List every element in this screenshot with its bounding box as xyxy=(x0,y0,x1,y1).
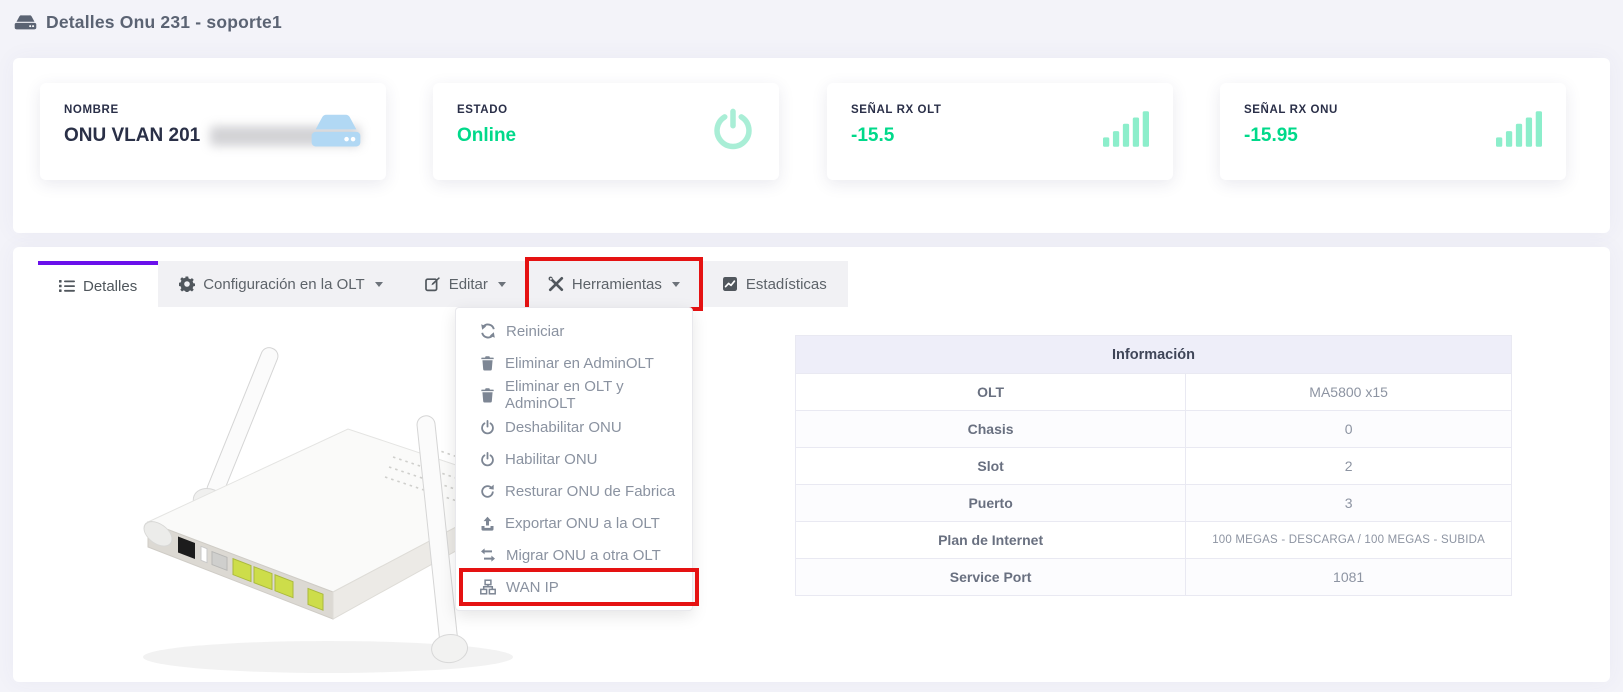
table-row-value: MA5800 x15 xyxy=(1186,374,1512,411)
stat-card-value: Online xyxy=(457,125,516,147)
table-row-label: OLT xyxy=(796,374,1186,411)
menu-item-label: Exportar ONU a la OLT xyxy=(505,515,660,532)
tools-icon xyxy=(548,276,564,292)
menu-item-resturar-onu-de-fabrica[interactable]: Resturar ONU de Fabrica xyxy=(456,475,692,507)
tab-estad-sticas[interactable]: Estadísticas xyxy=(701,261,848,307)
menu-item-label: Migrar ONU a otra OLT xyxy=(506,547,661,564)
power-off-icon xyxy=(480,452,495,467)
menu-item-reiniciar[interactable]: Reiniciar xyxy=(456,315,692,347)
tab-label: Detalles xyxy=(83,278,137,295)
stat-card-nombre: NOMBREONU VLAN 201 xyxy=(40,83,386,180)
menu-item-label: Deshabilitar ONU xyxy=(505,419,622,436)
tab-editar[interactable]: Editar xyxy=(404,261,527,307)
menu-item-label: Eliminar en OLT y AdminOLT xyxy=(505,378,682,412)
table-row-chasis: Chasis0 xyxy=(796,411,1512,448)
menu-item-label: WAN IP xyxy=(506,579,559,596)
tab-herramientas[interactable]: Herramientas xyxy=(527,261,701,307)
menu-item-label: Eliminar en AdminOLT xyxy=(505,355,654,372)
trash-icon xyxy=(480,387,495,403)
gear-icon xyxy=(179,276,195,292)
content-panel: Detalles Configuración en la OLT Editar Her… xyxy=(13,247,1610,682)
power-off-icon xyxy=(480,420,495,435)
tab-configuraci-n-en-la-olt[interactable]: Configuración en la OLT xyxy=(158,261,403,307)
hdd-icon xyxy=(310,113,362,154)
chart-icon xyxy=(722,276,738,292)
stat-card-value: -15.5 xyxy=(851,125,894,147)
stat-card-value: -15.95 xyxy=(1244,125,1298,147)
stat-card-estado: ESTADOOnline xyxy=(433,83,779,180)
table-row-label: Plan de Internet xyxy=(796,522,1186,559)
table-row-label: Chasis xyxy=(796,411,1186,448)
information-table-header: Información xyxy=(796,336,1512,374)
signal-bars-icon xyxy=(1103,111,1149,152)
information-table: Información OLTMA5800 x15Chasis0Slot2Pue… xyxy=(795,335,1512,596)
list-icon xyxy=(59,278,75,294)
power-icon xyxy=(711,107,755,156)
tab-label: Estadísticas xyxy=(746,276,827,293)
menu-item-habilitar-onu[interactable]: Habilitar ONU xyxy=(456,443,692,475)
tab-label: Configuración en la OLT xyxy=(203,276,364,293)
table-row-value: 0 xyxy=(1186,411,1512,448)
menu-item-eliminar-en-adminolt[interactable]: Eliminar en AdminOLT xyxy=(456,347,692,379)
table-row-plan-de-internet: Plan de Internet100 MEGAS - DESCARGA / 1… xyxy=(796,522,1512,559)
signal-bars-icon xyxy=(1496,111,1542,152)
table-row-value: 100 MEGAS - DESCARGA / 100 MEGAS - SUBID… xyxy=(1186,522,1512,559)
tab-bar: Detalles Configuración en la OLT Editar Her… xyxy=(38,261,848,307)
menu-item-label: Resturar ONU de Fabrica xyxy=(505,483,675,500)
redo-icon xyxy=(480,484,495,499)
caret-down-icon xyxy=(498,282,506,287)
caret-down-icon xyxy=(375,282,383,287)
menu-item-label: Reiniciar xyxy=(506,323,564,340)
edit-icon xyxy=(425,276,441,292)
table-row-label: Slot xyxy=(796,448,1186,485)
table-row-value: 2 xyxy=(1186,448,1512,485)
table-row-label: Service Port xyxy=(796,559,1186,596)
caret-down-icon xyxy=(672,282,680,287)
herramientas-dropdown-menu: Reiniciar Eliminar en AdminOLT Eliminar en… xyxy=(455,307,693,611)
tab-label: Herramientas xyxy=(572,276,662,293)
menu-item-deshabilitar-onu[interactable]: Deshabilitar ONU xyxy=(456,411,692,443)
sitemap-icon xyxy=(480,579,496,595)
table-row-value: 1081 xyxy=(1186,559,1512,596)
menu-item-exportar-onu-a-la-olt[interactable]: Exportar ONU a la OLT xyxy=(456,507,692,539)
trash-icon xyxy=(480,355,495,371)
tab-detalles[interactable]: Detalles xyxy=(38,261,158,307)
menu-item-eliminar-en-olt-y-adminolt[interactable]: Eliminar en OLT y AdminOLT xyxy=(456,379,692,411)
stat-card-value: ONU VLAN 201 xyxy=(64,125,200,147)
sync-icon xyxy=(480,323,496,339)
stat-cards-panel: NOMBREONU VLAN 201 ESTADOOnline SEÑAL RX O… xyxy=(13,58,1610,233)
menu-item-label: Habilitar ONU xyxy=(505,451,598,468)
menu-item-wan-ip[interactable]: WAN IP xyxy=(456,571,692,603)
table-row-service-port: Service Port1081 xyxy=(796,559,1512,596)
table-row-label: Puerto xyxy=(796,485,1186,522)
stat-card-se-al-rx-onu: SEÑAL RX ONU-15.95 xyxy=(1220,83,1566,180)
page-title: Detalles Onu 231 - soporte1 xyxy=(46,12,282,33)
exchange-icon xyxy=(480,548,496,562)
page-header: Detalles Onu 231 - soporte1 xyxy=(0,0,1623,46)
tab-label: Editar xyxy=(449,276,488,293)
onu-device-icon xyxy=(14,14,37,31)
table-row-olt: OLTMA5800 x15 xyxy=(796,374,1512,411)
table-row-slot: Slot2 xyxy=(796,448,1512,485)
table-row-puerto: Puerto3 xyxy=(796,485,1512,522)
stat-card-se-al-rx-olt: SEÑAL RX OLT-15.5 xyxy=(827,83,1173,180)
menu-item-migrar-onu-a-otra-olt[interactable]: Migrar ONU a otra OLT xyxy=(456,539,692,571)
table-row-value: 3 xyxy=(1186,485,1512,522)
upload-icon xyxy=(480,516,495,531)
